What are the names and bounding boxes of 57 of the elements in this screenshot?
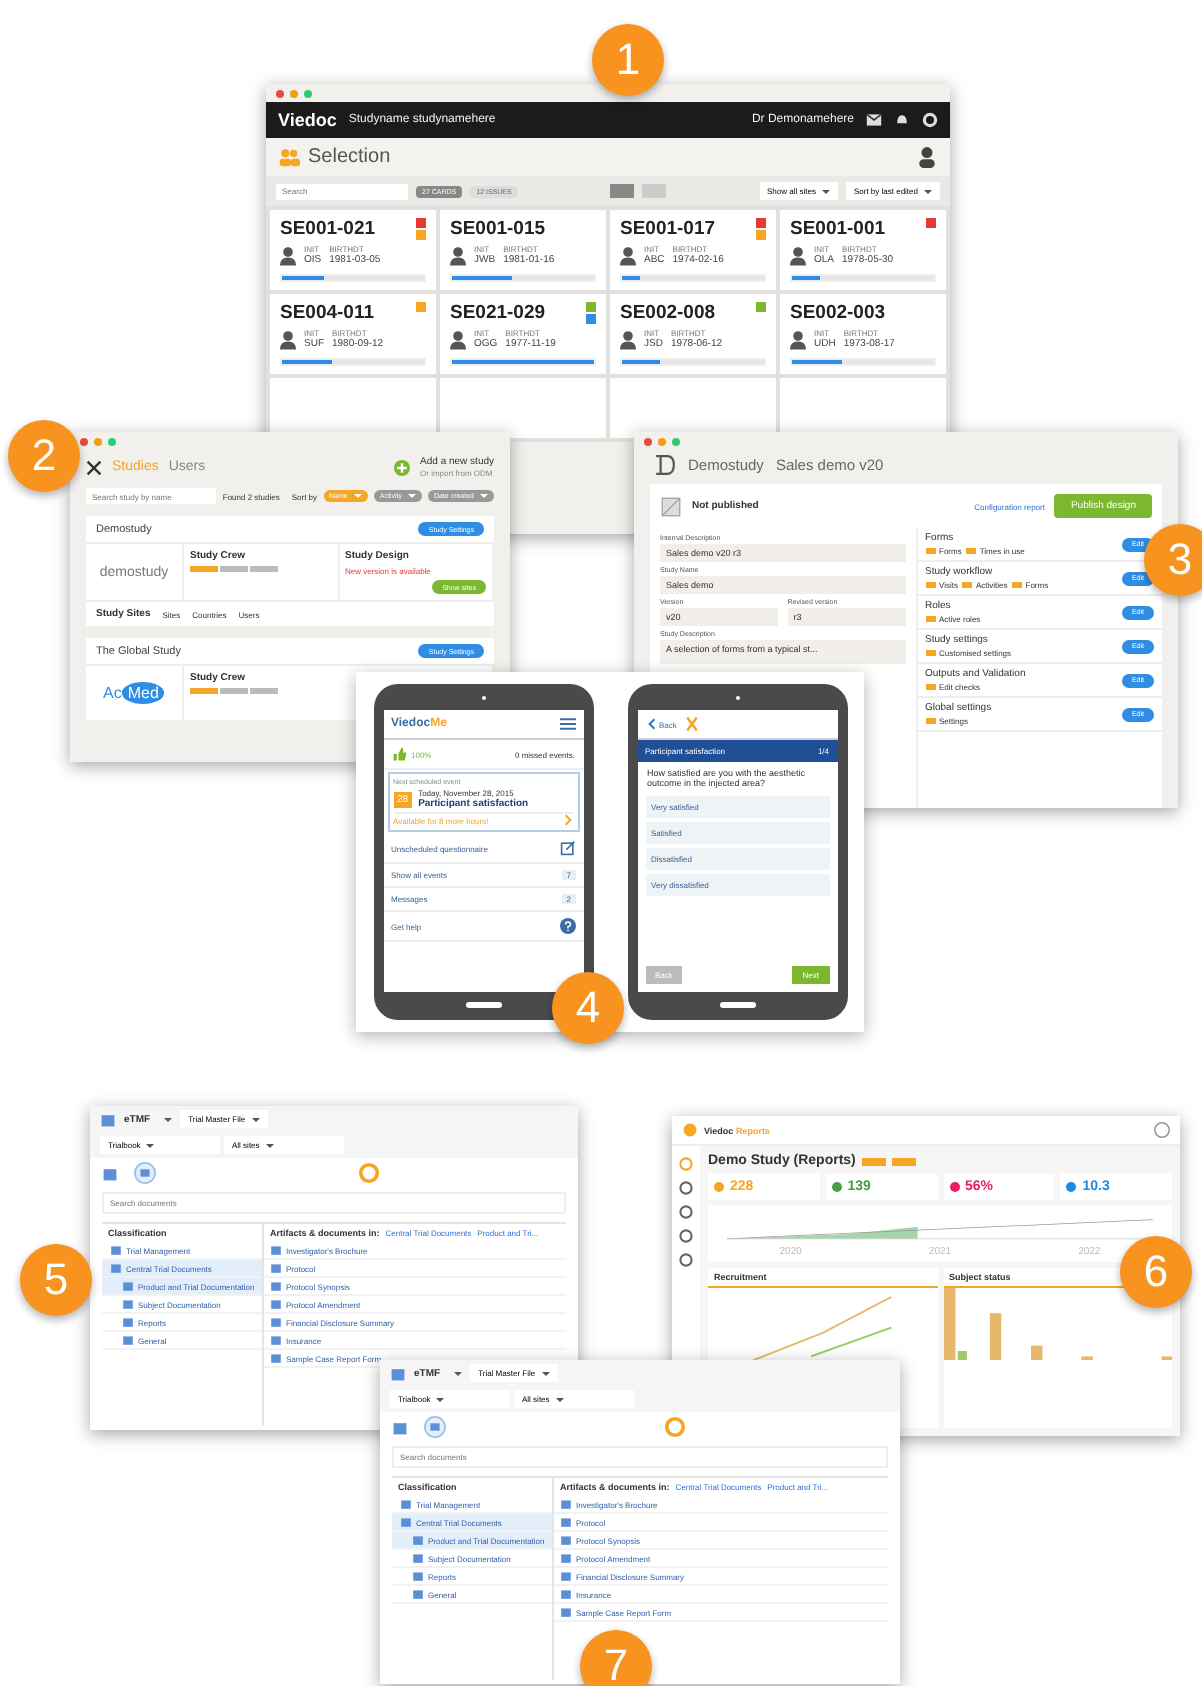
count-tag-icon: [1011, 581, 1022, 589]
folder-icon: [390, 1365, 406, 1381]
subject-id: SE021-029: [450, 302, 546, 324]
folder-icon: [100, 1111, 116, 1127]
avatar-icon: [790, 246, 806, 266]
avatar-icon: [450, 330, 466, 350]
count-tag-icon: [965, 547, 976, 555]
subject-id: SE001-017: [620, 218, 716, 240]
folder-icon: [392, 1419, 408, 1435]
subject-id: SE001-015: [450, 218, 546, 240]
step-number: 5: [20, 1244, 92, 1316]
logo-icon: [654, 454, 676, 476]
count-tag-icon: [925, 649, 935, 657]
avatar-icon: [620, 246, 636, 266]
count-tag-icon: [925, 581, 935, 589]
page-title: Selection: [308, 146, 391, 168]
caret-icon[interactable]: [164, 1117, 173, 1121]
subject-id: SE002-003: [790, 302, 886, 324]
caret-icon[interactable]: [454, 1371, 463, 1375]
progress-ring-icon: [664, 1416, 686, 1438]
avatar-icon: [620, 330, 636, 350]
bell-icon[interactable]: [894, 112, 910, 128]
users-icon: [278, 146, 300, 168]
document-icon: [660, 495, 682, 517]
logo-icon: [684, 716, 701, 732]
chevron-icon: [561, 814, 573, 826]
count-tag-icon: [961, 581, 972, 589]
logo: Viedoc: [278, 110, 337, 130]
tag-icon: [861, 1157, 886, 1165]
mail-icon[interactable]: [866, 112, 882, 128]
count-tag-icon: [925, 615, 935, 623]
step-number: 2: [8, 420, 80, 492]
count-tag-icon: [925, 717, 935, 725]
help-icon: [559, 918, 575, 934]
logo-icon: [682, 1122, 698, 1138]
subject-id: SE001-021: [280, 218, 376, 240]
tag-icon: [891, 1157, 916, 1165]
step-number: 1: [592, 24, 664, 96]
progress-ring-icon: [358, 1162, 380, 1184]
edit-icon: [559, 840, 575, 856]
avatar-icon: [450, 246, 466, 266]
avatar-icon: [280, 246, 296, 266]
folder-badge-icon: [424, 1416, 446, 1438]
folder-icon: [102, 1165, 118, 1181]
count-tag-icon: [925, 547, 935, 555]
count-tag-icon: [925, 683, 935, 691]
subject-id: SE001-001: [790, 218, 886, 240]
chevron-icon: [645, 718, 657, 730]
subject-id: SE004-011: [280, 302, 375, 324]
avatar-icon: [790, 330, 806, 350]
study-logo: Ac Med: [103, 682, 165, 704]
thumbs-up-icon: [391, 746, 407, 762]
grid-view-button[interactable]: [610, 184, 635, 198]
avatar-icon: [280, 330, 296, 350]
menu-icon[interactable]: [559, 716, 575, 732]
folder-badge-icon: [134, 1162, 156, 1184]
subject-id: SE002-008: [620, 302, 716, 324]
